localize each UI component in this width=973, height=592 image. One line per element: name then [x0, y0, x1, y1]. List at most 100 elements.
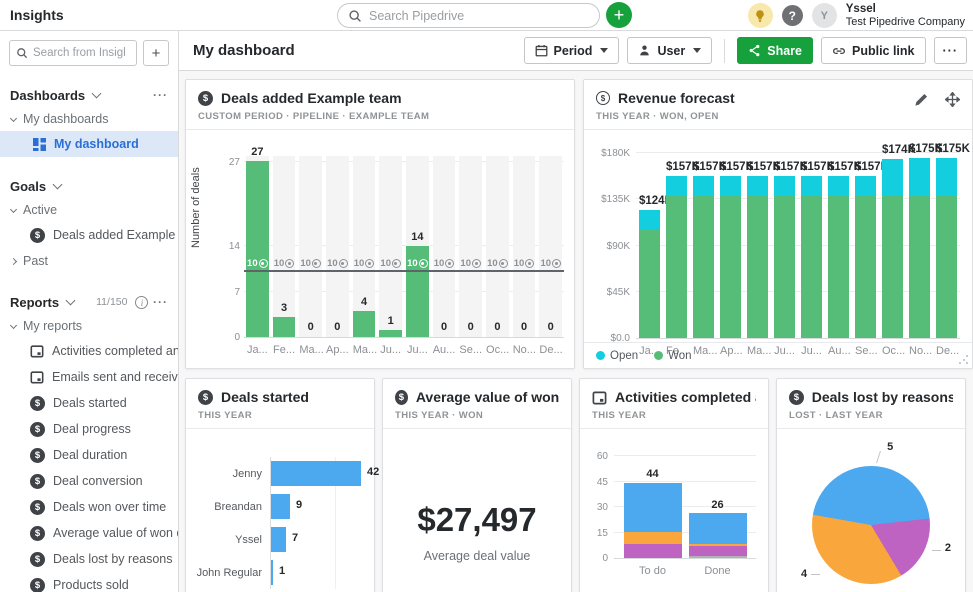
goals-section-header[interactable]: Goals: [0, 175, 178, 197]
sidebar-item-report[interactable]: $Products sold: [0, 572, 178, 592]
stacked-bar[interactable]: [747, 176, 768, 338]
chart-column[interactable]: 010Ap...: [326, 156, 349, 337]
chart-column[interactable]: $157KJu...: [774, 154, 795, 338]
bar[interactable]: [353, 311, 376, 337]
sidebar-item-report[interactable]: $Deals started: [0, 390, 178, 416]
sidebar-item-my-dashboard[interactable]: My dashboard: [0, 131, 178, 157]
bar-row[interactable]: Yssel7: [194, 523, 366, 556]
bar[interactable]: [271, 461, 361, 486]
global-search-input[interactable]: [369, 9, 569, 23]
chart-column[interactable]: 26Done: [689, 457, 747, 558]
bar[interactable]: [271, 560, 273, 585]
stacked-bar[interactable]: [936, 158, 957, 338]
sidebar-item-report[interactable]: $Deals won over time: [0, 494, 178, 520]
chart-column[interactable]: 010Oc...: [486, 156, 509, 337]
reports-section-header[interactable]: Reports 11/150 i ···: [0, 291, 178, 313]
chart-column[interactable]: 010Se...: [459, 156, 482, 337]
sidebar-item-report[interactable]: $Deal conversion: [0, 468, 178, 494]
bar[interactable]: [246, 161, 269, 337]
card-deals-added: $ Deals added Example team CUSTOM PERIOD…: [185, 79, 575, 369]
chart-column[interactable]: $157KSe...: [855, 154, 876, 338]
stacked-bar[interactable]: [693, 176, 714, 338]
goal-marker: 10: [513, 258, 536, 269]
edit-icon[interactable]: [914, 92, 929, 107]
chart-column[interactable]: 010De...: [539, 156, 562, 337]
chart-column[interactable]: $157KAu...: [828, 154, 849, 338]
chart-column[interactable]: $157KJu...: [801, 154, 822, 338]
avatar[interactable]: Y: [812, 3, 837, 28]
sidebar-item-report[interactable]: Activities completed an...: [0, 338, 178, 364]
global-search[interactable]: [337, 3, 600, 28]
pie-chart[interactable]: [812, 466, 930, 584]
chart-column[interactable]: $174KOc...: [882, 154, 903, 338]
stacked-bar[interactable]: [855, 176, 876, 338]
segment-open: [720, 176, 741, 196]
chart-column[interactable]: 310Fe...: [273, 156, 296, 337]
public-link-button[interactable]: Public link: [821, 37, 926, 64]
chart-column[interactable]: 410Ma...: [353, 156, 376, 337]
sidebar-item-report[interactable]: $Average value of won de...: [0, 520, 178, 546]
reports-more-button[interactable]: ···: [153, 295, 168, 309]
sidebar-item-report[interactable]: $Deals lost by reasons: [0, 546, 178, 572]
my-dashboards-group[interactable]: My dashboards: [0, 106, 178, 131]
move-icon[interactable]: [945, 92, 960, 107]
sidebar-search[interactable]: [9, 40, 137, 66]
goals-past-group[interactable]: Past: [0, 248, 178, 273]
sidebar-item-goal-deals-added[interactable]: $ Deals added Example te...: [0, 222, 178, 248]
suggestions-button[interactable]: [748, 3, 773, 28]
search-icon: [348, 9, 362, 23]
chart-column[interactable]: $175KNo...: [909, 154, 930, 338]
bar[interactable]: [273, 317, 296, 337]
bar[interactable]: [379, 330, 402, 337]
share-button[interactable]: Share: [737, 37, 813, 64]
chart-column[interactable]: 110Ju...: [379, 156, 402, 337]
chart-column[interactable]: $157KMa...: [693, 154, 714, 338]
chart-column[interactable]: $175KDe...: [936, 154, 957, 338]
bar-row[interactable]: Jenny42: [194, 457, 366, 490]
info-icon[interactable]: i: [135, 296, 148, 309]
quick-add-button[interactable]: +: [606, 2, 632, 28]
stacked-bar[interactable]: [624, 483, 682, 558]
stacked-bar[interactable]: [909, 158, 930, 338]
user-filter-button[interactable]: User: [627, 37, 712, 64]
chart-column[interactable]: $124KJa...: [639, 154, 660, 338]
period-filter-button[interactable]: Period: [524, 37, 620, 64]
stacked-bar[interactable]: [801, 176, 822, 338]
stacked-bar[interactable]: [639, 210, 660, 338]
chart-column[interactable]: $157KMa...: [747, 154, 768, 338]
goals-active-group[interactable]: Active: [0, 197, 178, 222]
chart-column[interactable]: $157KFe...: [666, 154, 687, 338]
dashboards-more-button[interactable]: ···: [153, 88, 168, 102]
sidebar-item-report[interactable]: $Deal progress: [0, 416, 178, 442]
stacked-bar[interactable]: [666, 176, 687, 338]
sidebar-item-report[interactable]: $Deal duration: [0, 442, 178, 468]
legend-item[interactable]: Open: [596, 350, 638, 362]
dashboard-more-button[interactable]: ···: [934, 37, 968, 64]
bar-row[interactable]: Breandan9: [194, 490, 366, 523]
sidebar-search-input[interactable]: [33, 47, 125, 59]
chart-column[interactable]: 1410Ju...: [406, 156, 429, 337]
help-button[interactable]: ?: [782, 5, 803, 26]
my-reports-group[interactable]: My reports: [0, 313, 178, 338]
stacked-bar[interactable]: [720, 176, 741, 338]
bar-row[interactable]: John Regular1: [194, 556, 366, 589]
dashboards-section-header[interactable]: Dashboards ···: [0, 84, 178, 106]
stacked-bar[interactable]: [828, 176, 849, 338]
sidebar-item-report[interactable]: Emails sent and received: [0, 364, 178, 390]
stacked-bar[interactable]: [774, 176, 795, 338]
chart-column[interactable]: 010Au...: [433, 156, 456, 337]
bar[interactable]: [271, 494, 290, 519]
stacked-bar[interactable]: [689, 513, 747, 558]
legend-item[interactable]: Won: [654, 350, 691, 362]
chart-column[interactable]: $157KAp...: [720, 154, 741, 338]
user-menu[interactable]: Yssel Test Pipedrive Company: [846, 3, 965, 29]
chart-column[interactable]: 44To do: [624, 457, 682, 558]
bar[interactable]: [271, 527, 286, 552]
add-insight-button[interactable]: +: [143, 40, 169, 66]
segment-won: [936, 196, 957, 338]
resize-handle[interactable]: [959, 355, 968, 364]
chart-column[interactable]: 010No...: [513, 156, 536, 337]
chart-column[interactable]: 2710Ja...: [246, 156, 269, 337]
stacked-bar[interactable]: [882, 159, 903, 338]
chart-column[interactable]: 010Ma...: [299, 156, 322, 337]
